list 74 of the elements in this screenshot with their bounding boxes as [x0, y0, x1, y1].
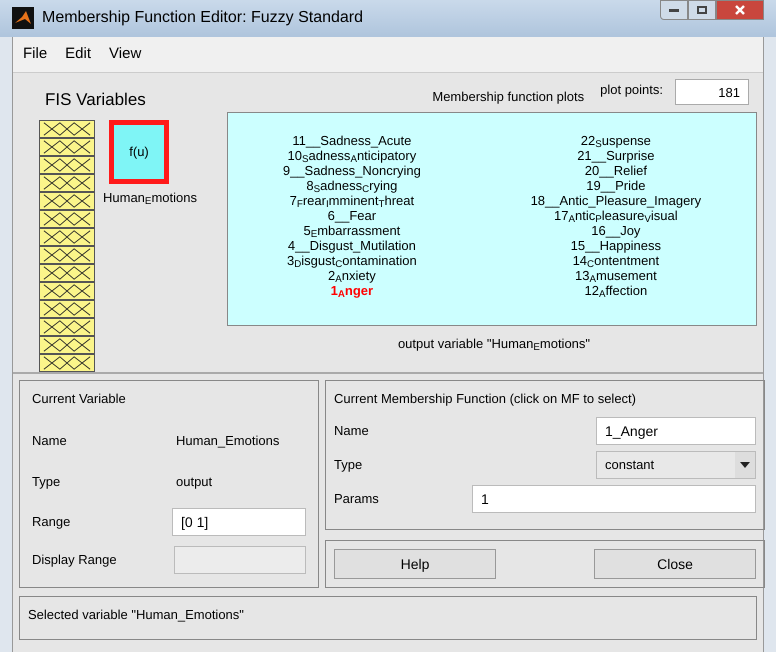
output-variable-block[interactable]: f(u) [109, 120, 169, 184]
membership-function-label[interactable]: 6__Fear [328, 208, 376, 223]
membership-function-label[interactable]: 11__Sadness_Acute [292, 133, 412, 148]
membership-function-label[interactable]: 4__Disgust_Mutilation [288, 238, 416, 253]
membership-function-plot[interactable] [227, 112, 757, 326]
membership-function-label[interactable]: 9__Sadness_Noncrying [282, 163, 421, 178]
params-field[interactable]: 1 [472, 484, 756, 512]
membership-function-label[interactable]: 2$_{A}$nxiety [328, 268, 376, 283]
plot-caption: output variable "Human$_{E}$motions" [398, 335, 590, 354]
membership-function-icon[interactable] [39, 192, 95, 210]
membership-function-icon[interactable] [39, 318, 95, 336]
menu-item[interactable]: View [109, 42, 142, 66]
membership-function-label[interactable]: 22$_{S}$uspense [580, 133, 651, 148]
range-field[interactable]: [0 1] [172, 508, 306, 536]
menu-item[interactable]: Edit [65, 42, 92, 66]
membership-function-label[interactable]: 5$_{E}$mbarrassment [303, 223, 400, 238]
membership-function-label[interactable]: 17$_{A}$ntic$_{P}$leasure$_{V}$isual [554, 208, 678, 223]
output-variable-name: Human$_{E}$motions [103, 189, 197, 208]
membership-function-label[interactable]: 10$_{S}$adness$_{A}$nticipatory [288, 148, 416, 163]
field-label: Display Range [32, 550, 118, 569]
field-label: Name [334, 422, 370, 440]
caret-icon [740, 462, 750, 468]
window-title: Membership Function Editor: Fuzzy Standard [42, 8, 364, 28]
field-label: Range [32, 512, 72, 531]
mf-name-field[interactable]: 1_Anger [596, 416, 756, 444]
membership-function-icon[interactable] [39, 156, 95, 174]
membership-function-label[interactable]: 19__Pride [586, 178, 646, 193]
field-label: Params [334, 490, 380, 508]
variable-type: output [176, 473, 212, 491]
membership-function-icon[interactable] [39, 210, 95, 228]
membership-function-icon[interactable] [39, 300, 95, 318]
membership-function-icon[interactable] [39, 228, 95, 246]
membership-function-label[interactable]: 20__Relief [584, 163, 647, 178]
membership-function-label[interactable]: 1$_{A}$nger [330, 283, 374, 298]
output-function-label: f(u) [129, 143, 149, 162]
membership-function-icon[interactable] [39, 120, 95, 138]
membership-function-label[interactable]: 14$_{C}$ontentment [572, 253, 660, 268]
membership-function-label[interactable]: 16__Joy [591, 223, 640, 238]
membership-function-label[interactable]: 18__Antic_Pleasure_Imagery [530, 193, 702, 208]
membership-function-icon[interactable] [39, 174, 95, 192]
display-range-field[interactable] [174, 546, 306, 574]
section-title: FIS Variables [45, 88, 147, 110]
membership-function-label[interactable]: 3$_{D}$isgust$_{C}$ontamination [286, 253, 417, 268]
membership-function-label[interactable]: 13$_{A}$musement [575, 268, 657, 283]
plot-title: Membership function plots [432, 88, 584, 106]
app-logo-icon [12, 7, 34, 30]
plot-points-label: plot points: [600, 80, 663, 99]
membership-function-icon[interactable] [39, 282, 95, 300]
membership-function-label[interactable]: 15__Happiness [570, 238, 662, 253]
mf-type-dropdown[interactable]: constant [596, 450, 756, 478]
maximize-button[interactable] [688, 0, 716, 20]
membership-function-label[interactable]: 21__Surprise [577, 148, 655, 163]
close-icon [735, 5, 745, 15]
field-label: Type [32, 473, 62, 491]
panel-title: Current Membership Function (click on MF to select) [334, 390, 637, 408]
membership-function-icon[interactable] [39, 138, 95, 156]
membership-function-label[interactable]: 7$_{F}$rear$_{I}$mminent$_{T}$hreat [290, 193, 414, 208]
membership-function-label[interactable]: 8$_{S}$adness$_{C}$rying [306, 178, 398, 193]
membership-function-icon[interactable] [39, 264, 95, 282]
field-label: Name [32, 432, 68, 450]
membership-function-icon[interactable] [39, 246, 95, 264]
variable-name: Human_Emotions [176, 432, 280, 450]
close-button[interactable] [716, 0, 764, 20]
membership-function-label[interactable]: 12$_{A}$ffection [584, 283, 648, 298]
status-text: Selected variable "Human_Emotions" [28, 607, 244, 622]
membership-function-icon[interactable] [39, 336, 95, 354]
help-button[interactable]: Help [334, 549, 496, 579]
close-button[interactable]: Close [594, 549, 756, 579]
field-label: Type [334, 456, 364, 474]
menu-item[interactable]: File [23, 42, 48, 66]
panel-title: Current Variable [32, 390, 127, 408]
plot-points-field[interactable]: 181 [675, 79, 749, 106]
membership-function-icon[interactable] [39, 354, 95, 372]
minimize-button[interactable] [660, 0, 688, 20]
